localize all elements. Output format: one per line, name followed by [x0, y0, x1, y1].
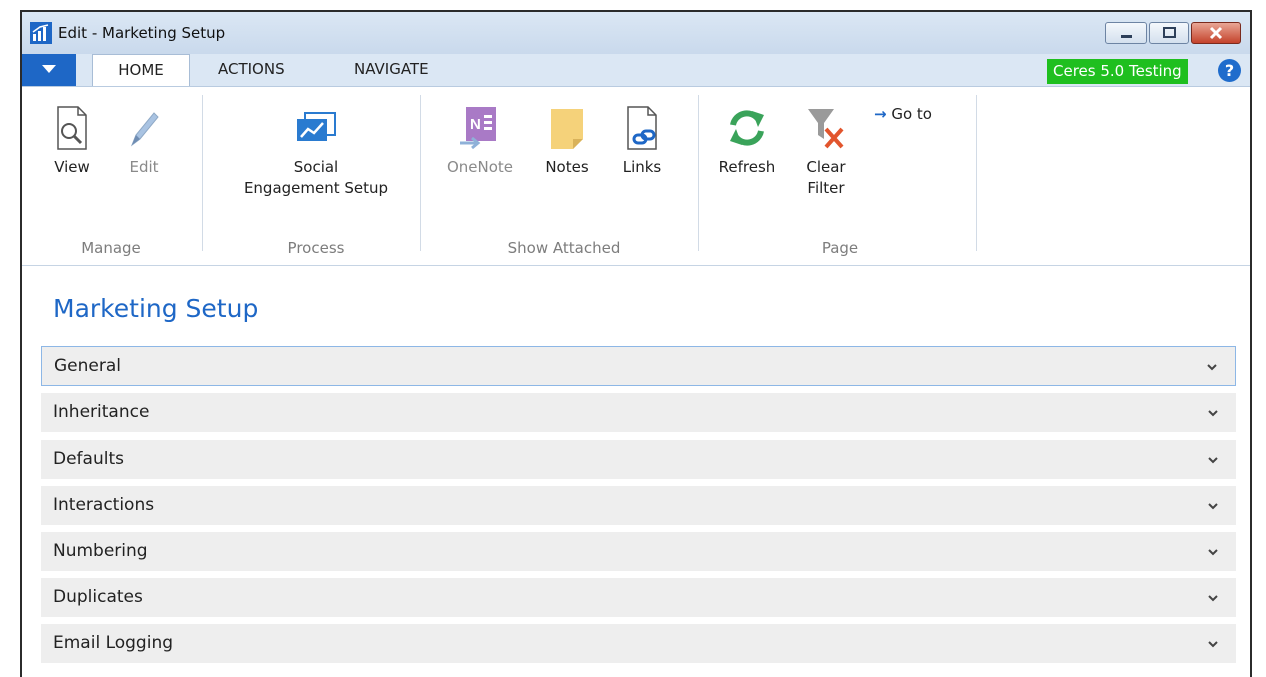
social-label-line1: Social [293, 158, 339, 176]
fasttab-label: Duplicates [53, 587, 143, 607]
app-window: Edit - Marketing Setup HOME ACTIONS NAVI… [20, 10, 1252, 677]
ribbon-separator [202, 95, 203, 251]
tab-actions[interactable]: ACTIONS [218, 60, 285, 78]
view-button[interactable]: View [48, 105, 96, 178]
chevron-down-icon [1208, 503, 1218, 510]
pencil-icon [130, 112, 159, 147]
chevron-down-icon [1207, 364, 1217, 371]
links-label: Links [622, 158, 662, 176]
page-title: Marketing Setup [53, 294, 259, 323]
social-engagement-icon [297, 112, 336, 141]
company-badge: Ceres 5.0 Testing [1047, 59, 1188, 84]
fasttab-defaults[interactable]: Defaults [41, 440, 1236, 480]
group-label-page: Page [821, 239, 859, 257]
chevron-down-icon [1208, 641, 1218, 648]
maximize-icon [1163, 27, 1176, 38]
notes-label: Notes [545, 158, 589, 176]
fasttab-duplicates[interactable]: Duplicates [41, 578, 1236, 618]
fasttab-general[interactable]: General [41, 346, 1236, 386]
fasttab-label: Email Logging [53, 633, 174, 653]
chevron-down-icon [1208, 410, 1218, 417]
ribbon-separator [698, 95, 699, 251]
fasttab-interactions[interactable]: Interactions [41, 486, 1236, 526]
chevron-down-icon [1208, 549, 1218, 556]
refresh-button[interactable]: Refresh [712, 105, 782, 178]
group-label-process: Process [287, 239, 345, 257]
edit-label: Edit [129, 158, 159, 176]
ribbon: View Edit Manage Social Engagement Setup… [22, 86, 1250, 266]
chevron-down-icon [1208, 595, 1218, 602]
chevron-down-icon [42, 65, 56, 73]
app-icon [30, 22, 52, 44]
ribbon-separator [976, 95, 977, 251]
clear-filter-icon [808, 109, 844, 149]
onenote-button[interactable]: N OneNote [434, 105, 526, 178]
app-menu-button[interactable] [22, 54, 76, 86]
clear-filter-button[interactable]: Clear Filter [796, 105, 856, 199]
links-button[interactable]: Links [614, 105, 670, 178]
tab-navigate[interactable]: NAVIGATE [354, 60, 429, 78]
go-to-label: Go to [891, 105, 932, 123]
fasttab-label: Interactions [53, 495, 155, 515]
edit-button[interactable]: Edit [120, 105, 168, 178]
tab-home[interactable]: HOME [92, 54, 190, 86]
onenote-label: OneNote [446, 158, 514, 176]
fasttab-label: Numbering [53, 541, 148, 561]
window-title: Edit - Marketing Setup [58, 24, 226, 42]
clear-label-line1: Clear [806, 158, 846, 176]
title-bar: Edit - Marketing Setup [22, 12, 1250, 54]
arrow-right-icon: → [874, 105, 887, 123]
view-label: View [54, 158, 90, 176]
svg-text:N: N [470, 116, 481, 133]
close-icon [1209, 26, 1223, 40]
close-button[interactable] [1191, 22, 1241, 44]
group-label-show-attached: Show Attached [507, 239, 621, 257]
group-label-manage: Manage [81, 239, 141, 257]
maximize-button[interactable] [1149, 22, 1189, 44]
clear-label-line2: Filter [807, 179, 845, 197]
social-engagement-setup-button[interactable]: Social Engagement Setup [218, 105, 414, 199]
view-icon [57, 106, 87, 150]
ribbon-tab-row: HOME ACTIONS NAVIGATE Ceres 5.0 Testing … [22, 54, 1250, 86]
refresh-icon [730, 110, 764, 146]
fasttab-email-logging[interactable]: Email Logging [41, 624, 1236, 664]
ribbon-separator [420, 95, 421, 251]
fasttab-label: Inheritance [53, 402, 150, 422]
fasttab-inheritance[interactable]: Inheritance [41, 393, 1236, 433]
minimize-button[interactable] [1105, 22, 1147, 44]
chevron-down-icon [1208, 457, 1218, 464]
links-icon [627, 106, 657, 150]
refresh-label: Refresh [718, 158, 776, 176]
fasttab-label: General [54, 356, 121, 376]
help-icon[interactable]: ? [1218, 59, 1241, 82]
fasttab-numbering[interactable]: Numbering [41, 532, 1236, 572]
notes-icon [551, 109, 583, 149]
minimize-icon [1121, 35, 1132, 38]
onenote-icon: N [460, 107, 496, 150]
notes-button[interactable]: Notes [536, 105, 598, 178]
go-to-button[interactable]: → Go to [874, 105, 932, 123]
fasttab-label: Defaults [53, 449, 124, 469]
social-label-line2: Engagement Setup [243, 179, 389, 197]
